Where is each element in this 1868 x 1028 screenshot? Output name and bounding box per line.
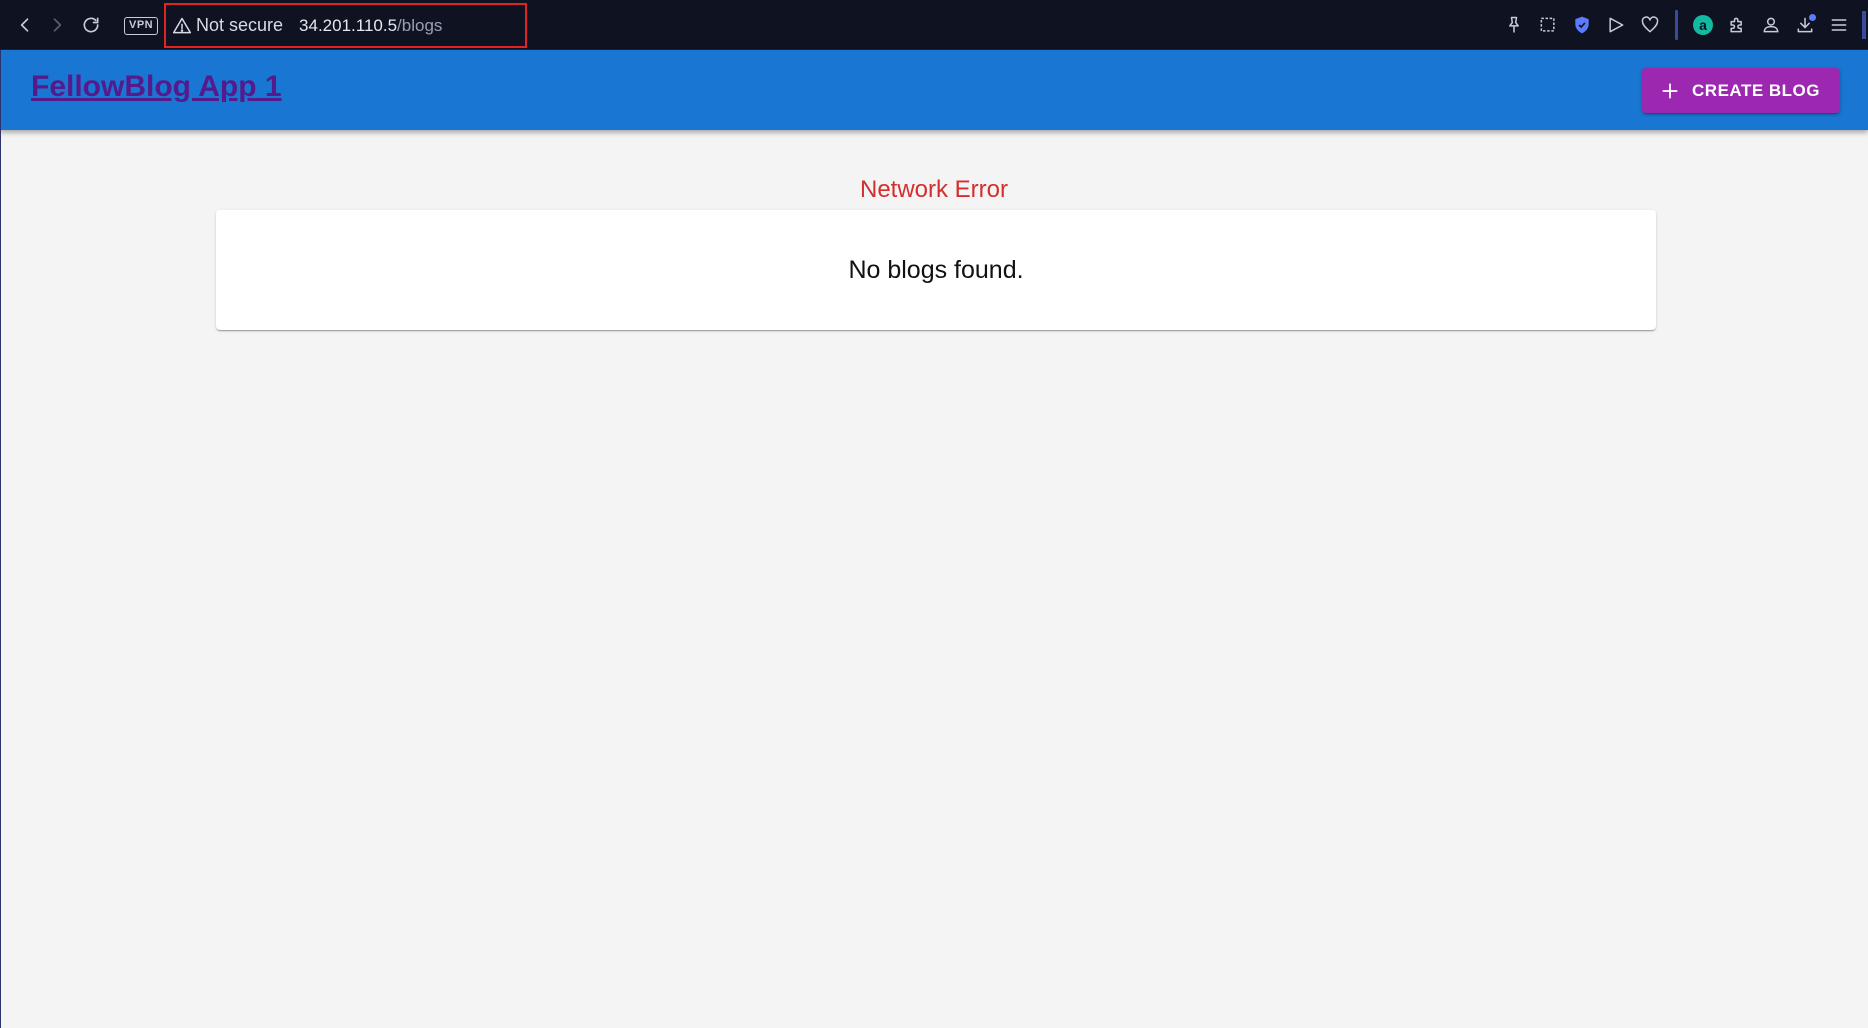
network-error-message: Network Error bbox=[859, 176, 1009, 203]
create-blog-button[interactable]: CREATE BLOG bbox=[1642, 68, 1840, 113]
back-arrow-icon bbox=[20, 18, 29, 32]
forward-arrow-icon bbox=[53, 18, 62, 32]
forward-button[interactable] bbox=[44, 12, 70, 38]
reload-button[interactable] bbox=[78, 12, 104, 38]
pin-icon bbox=[1509, 16, 1519, 33]
shield-extension-button[interactable] bbox=[1565, 8, 1599, 42]
address-bar[interactable]: Not secure 34.201.110.5/blogs bbox=[164, 3, 527, 48]
extension-a-button[interactable]: a bbox=[1686, 8, 1720, 42]
plus-icon bbox=[1660, 81, 1680, 101]
shield-icon bbox=[1575, 16, 1589, 34]
reload-icon bbox=[83, 17, 99, 33]
menu-button[interactable] bbox=[1822, 8, 1856, 42]
vpn-badge[interactable]: VPN bbox=[124, 17, 159, 35]
favorites-button[interactable] bbox=[1633, 8, 1667, 42]
extensions-button[interactable] bbox=[1720, 8, 1754, 42]
extension-a-icon: a bbox=[1693, 15, 1713, 35]
profile-button[interactable] bbox=[1754, 8, 1788, 42]
puzzle-icon bbox=[1730, 17, 1742, 33]
url-host: 34.201.110.5 bbox=[299, 15, 398, 35]
warning-icon bbox=[172, 16, 192, 36]
toolbar-separator bbox=[1675, 10, 1678, 40]
empty-state-message: No blogs found. bbox=[848, 255, 1024, 284]
profile-icon bbox=[1763, 17, 1779, 33]
download-notification-dot bbox=[1809, 14, 1816, 21]
send-button[interactable] bbox=[1599, 8, 1633, 42]
browser-extension-toolbar: a bbox=[1497, 0, 1868, 50]
sidebar-edge bbox=[1862, 11, 1866, 39]
back-button[interactable] bbox=[12, 12, 38, 38]
browser-toolbar: VPN Not secure 34.201.110.5/blogs a bbox=[0, 0, 1868, 50]
blog-list-card: No blogs found. bbox=[216, 210, 1656, 330]
url-path: /blogs bbox=[397, 15, 443, 35]
downloads-button[interactable] bbox=[1788, 8, 1822, 42]
screenshot-icon bbox=[1540, 17, 1555, 32]
create-blog-label: CREATE BLOG bbox=[1692, 80, 1820, 100]
heart-icon bbox=[1641, 16, 1659, 33]
send-icon bbox=[1609, 17, 1624, 33]
app-header: FellowBlog App 1 CREATE BLOG bbox=[0, 50, 1868, 130]
pin-button[interactable] bbox=[1497, 8, 1531, 42]
security-status: Not secure bbox=[196, 15, 284, 35]
menu-icon bbox=[1831, 19, 1847, 31]
screenshot-button[interactable] bbox=[1531, 8, 1565, 42]
app-title-link[interactable]: FellowBlog App 1 bbox=[31, 70, 282, 104]
